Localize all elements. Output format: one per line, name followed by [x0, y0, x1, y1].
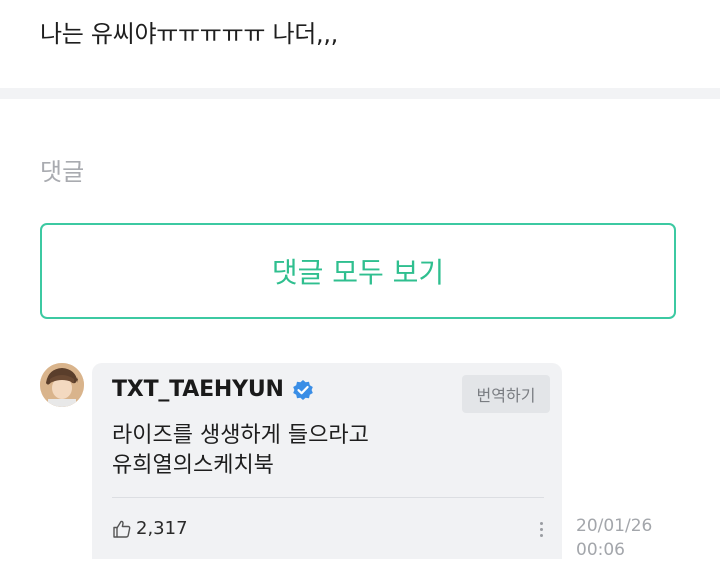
comments-section-label: 댓글 — [40, 158, 85, 186]
more-vertical-icon[interactable] — [534, 517, 548, 541]
comment-body: 라이즈를 생생하게 들으라고 유희열의스케치북 — [112, 421, 369, 481]
view-all-comments-button[interactable]: 댓글 모두 보기 — [40, 223, 676, 319]
comment-divider — [112, 497, 544, 498]
translate-button[interactable]: 번역하기 — [462, 375, 550, 413]
avatar[interactable] — [40, 363, 84, 407]
comment-author-row: TXT_TAEHYUN — [112, 377, 314, 402]
verified-badge-icon — [292, 379, 314, 401]
comment-body-line-1: 라이즈를 생생하게 들으라고 — [112, 423, 369, 448]
thumbs-up-icon — [112, 519, 132, 539]
like-button[interactable]: 2,317 — [112, 518, 188, 539]
like-count: 2,317 — [136, 518, 188, 539]
comment-author-name[interactable]: TXT_TAEHYUN — [112, 377, 284, 402]
comment-bubble: TXT_TAEHYUN 번역하기 라이즈를 생생하게 들으라고 유희열의스케치북… — [92, 363, 562, 559]
post-text: 나는 유씨야ㅠㅠㅠㅠㅠ 나더,,, — [40, 20, 339, 48]
avatar-image — [40, 363, 84, 407]
comment-timestamp: 20/01/26 00:06 — [576, 514, 652, 562]
section-divider — [0, 88, 720, 99]
comment-time: 00:06 — [576, 540, 625, 560]
comment-body-line-2: 유희열의스케치북 — [112, 453, 274, 478]
comment-date: 20/01/26 — [576, 516, 653, 536]
